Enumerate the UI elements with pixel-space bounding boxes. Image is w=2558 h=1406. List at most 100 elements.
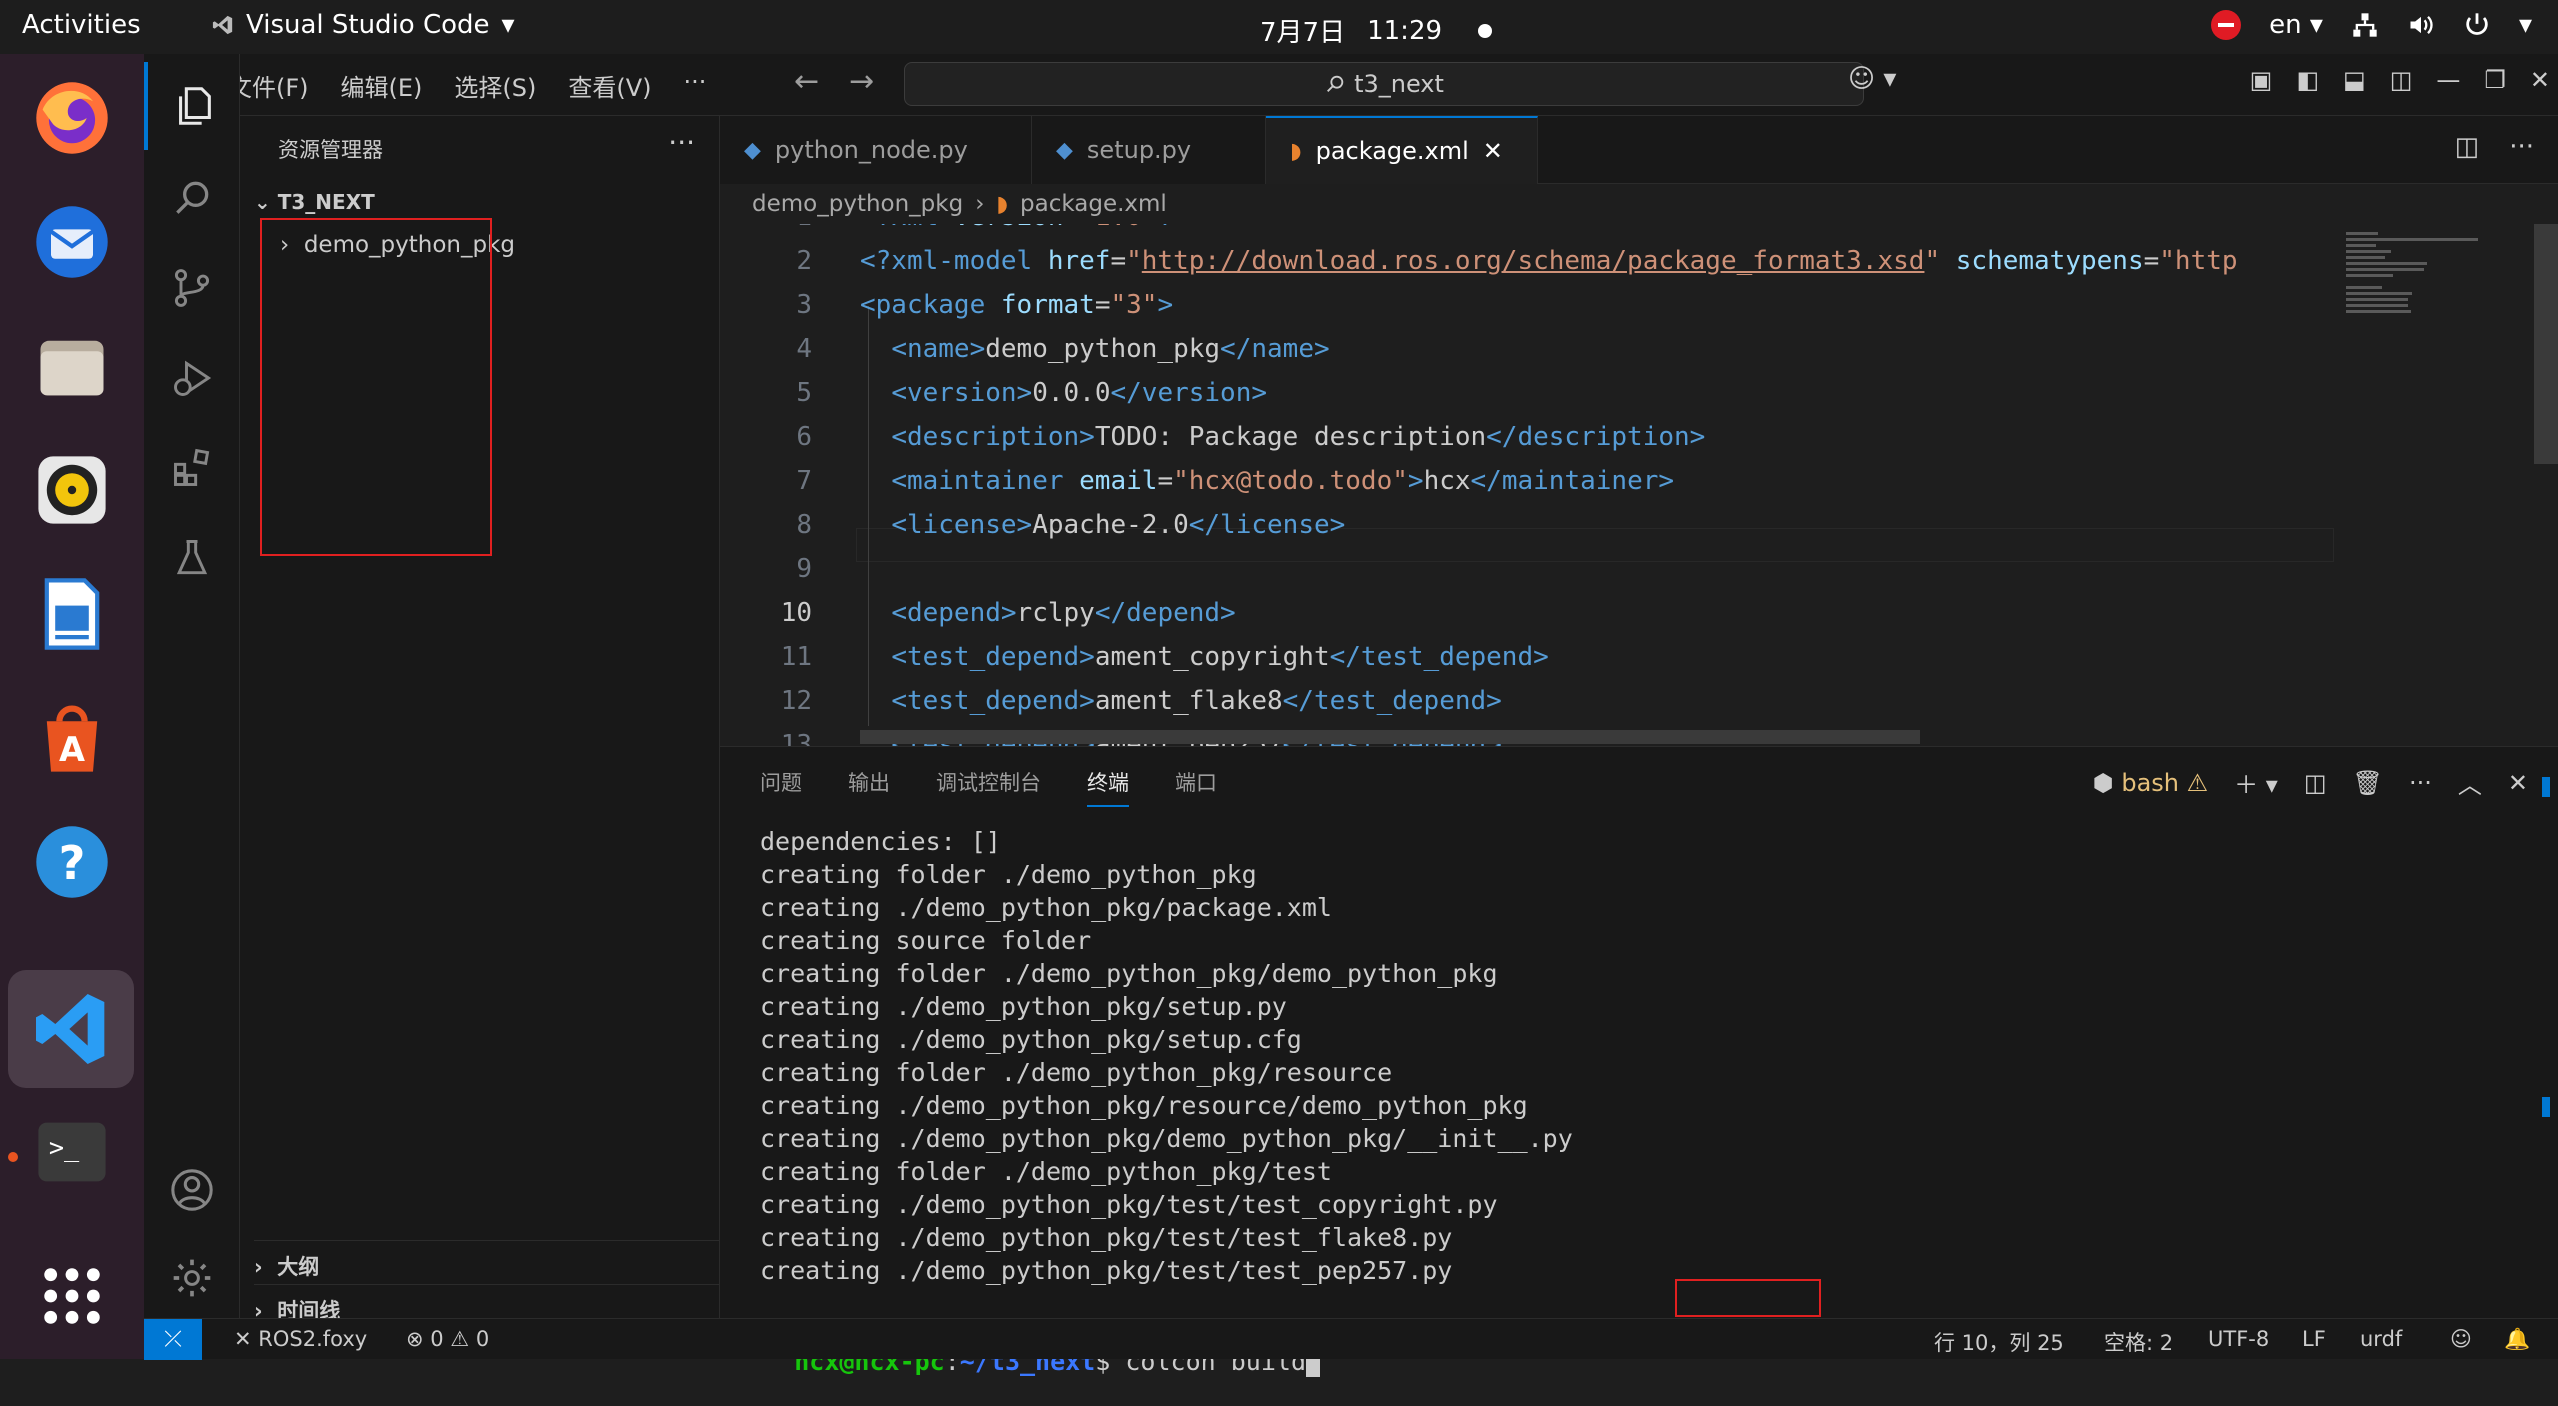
forward-arrow-icon[interactable]: → (849, 64, 874, 99)
problems-status[interactable]: ⊗ 0 ⚠ 0 (406, 1327, 489, 1351)
outline-section[interactable]: › 大纲 (254, 1240, 720, 1281)
command-center-search[interactable]: t3_next (904, 62, 1864, 106)
tab-terminal[interactable]: 终端 (1087, 767, 1129, 807)
maximize-panel-icon[interactable]: ︿ (2458, 765, 2482, 800)
highlight-box (260, 218, 492, 556)
clock[interactable]: 7月7日 11:29 (1260, 12, 1493, 49)
activities-button[interactable]: Activities (22, 10, 141, 40)
show-apps-icon[interactable] (26, 1250, 118, 1342)
code-line: <description>TODO: Package description</… (891, 422, 1706, 452)
close-tab-icon[interactable]: ✕ (1483, 137, 1503, 165)
testing-icon[interactable] (144, 514, 240, 602)
encoding[interactable]: UTF-8 (2208, 1327, 2269, 1351)
breadcrumb-file[interactable]: package.xml (1020, 191, 1167, 217)
minimap-line (2346, 238, 2478, 241)
tab-ports[interactable]: 端口 (1175, 767, 1217, 807)
minimap-line (2346, 268, 2424, 271)
run-debug-icon[interactable] (144, 334, 240, 422)
language-label: en (2269, 10, 2302, 40)
chevron-down-icon[interactable]: ▾ (2519, 10, 2532, 40)
power-icon[interactable] (2463, 11, 2491, 39)
workspace-folder[interactable]: ⌄ T3_NEXT (254, 190, 375, 214)
editor-horizontal-scrollbar[interactable] (860, 730, 1920, 744)
copilot-icon[interactable]: ☺ ▾ (1848, 64, 1896, 94)
bell-icon[interactable]: 🔔 (2504, 1327, 2530, 1352)
libreoffice-writer-icon[interactable] (26, 568, 118, 660)
search-icon[interactable] (144, 154, 240, 242)
help-icon[interactable]: ? (26, 816, 118, 908)
explorer-icon[interactable] (144, 62, 240, 150)
editor-vertical-scrollbar[interactable] (2534, 224, 2558, 464)
input-language[interactable]: en ▾ (2269, 10, 2323, 40)
more-actions-icon[interactable]: ··· (668, 126, 695, 159)
cursor-position[interactable]: 行 10，列 25 (1934, 1327, 2064, 1357)
more-actions-icon[interactable]: ··· (2509, 132, 2534, 162)
breadcrumb-folder[interactable]: demo_python_pkg (752, 191, 963, 217)
account-icon[interactable] (144, 1146, 240, 1234)
terminal-icon[interactable]: >_ (26, 1106, 118, 1198)
thunderbird-icon[interactable] (26, 196, 118, 288)
remote-indicator-icon[interactable]: ⤫ (144, 1319, 202, 1360)
tab-output[interactable]: 输出 (848, 767, 890, 807)
tab-problems[interactable]: 问题 (760, 767, 802, 807)
source-control-icon[interactable] (144, 244, 240, 332)
close-icon[interactable]: ✕ (2530, 66, 2550, 94)
app-center-icon[interactable]: A (26, 692, 118, 784)
files-icon[interactable] (26, 320, 118, 412)
tab-python-node[interactable]: ◆ python_node.py (720, 116, 1032, 184)
network-icon[interactable] (2351, 11, 2379, 39)
trash-icon[interactable]: 🗑 (2353, 769, 2383, 797)
minimap-line (2346, 256, 2385, 259)
split-terminal-icon[interactable]: ◫ (2304, 769, 2327, 797)
app-menu[interactable]: Visual Studio Code ▾ (212, 10, 515, 40)
code-line: <maintainer email="hcx@todo.todo">hcx</m… (891, 466, 1675, 496)
minimap-line (2346, 262, 2427, 265)
maximize-icon[interactable]: ❐ (2484, 66, 2506, 94)
toggle-panel-icon[interactable]: ⬓ (2343, 66, 2366, 94)
extensions-icon[interactable] (144, 424, 240, 512)
minimap[interactable] (2334, 224, 2534, 746)
python-file-icon: ◆ (1056, 137, 1073, 163)
ros-status[interactable]: ✕ ROS2.foxy (234, 1327, 367, 1351)
line-number: 4 (796, 334, 812, 364)
toggle-secondary-sidebar-icon[interactable]: ◫ (2390, 66, 2413, 94)
menu-file[interactable]: 文件(F) (228, 68, 309, 103)
code-editor[interactable]: 1 <?xml version="1.0"?> 2 <?xml-model href=… (720, 224, 2334, 746)
back-arrow-icon[interactable]: ← (794, 64, 819, 99)
split-editor-icon[interactable]: ◫ (2455, 132, 2480, 162)
manage-gear-icon[interactable] (144, 1234, 240, 1322)
nav-buttons: ← → (794, 64, 874, 99)
minimap-line (2346, 286, 2382, 289)
new-terminal-icon[interactable]: ＋ ▾ (2234, 765, 2278, 800)
recording-indicator-icon[interactable] (2211, 10, 2242, 40)
terminal-profile[interactable]: ⬢ bash ⚠ (2093, 769, 2208, 797)
terminal-line: creating source folder (760, 926, 1092, 955)
firefox-icon[interactable] (26, 72, 118, 164)
more-actions-icon[interactable]: ··· (2409, 769, 2432, 797)
minimize-icon[interactable]: — (2436, 66, 2460, 94)
toggle-sidebar-icon[interactable]: ◧ (2296, 66, 2319, 94)
vscode-dock-icon[interactable] (8, 970, 134, 1088)
ubuntu-dock: A ? >_ (0, 54, 144, 1359)
close-panel-icon[interactable]: ✕ (2508, 769, 2528, 797)
gnome-top-bar: Activities Visual Studio Code ▾ 7月7日 11:… (0, 0, 2558, 54)
volume-icon[interactable] (2407, 11, 2435, 39)
terminal-output[interactable]: dependencies: [] creating folder ./demo_p… (760, 825, 1573, 1287)
tab-package-xml[interactable]: ◗ package.xml ✕ (1266, 116, 1538, 184)
terminal-line: creating folder ./demo_python_pkg/resour… (760, 1058, 1393, 1087)
copilot-status-icon[interactable]: ☺ (2450, 1327, 2472, 1351)
minimap-line (2346, 310, 2411, 313)
tab-debug-console[interactable]: 调试控制台 (936, 767, 1041, 807)
chevron-down-icon: ⌄ (254, 190, 271, 214)
tab-setup[interactable]: ◆ setup.py (1032, 116, 1266, 184)
menu-selection[interactable]: 选择(S) (454, 68, 536, 103)
menu-edit[interactable]: 编辑(E) (341, 68, 423, 103)
indentation[interactable]: 空格: 2 (2104, 1327, 2173, 1357)
menu-view[interactable]: 查看(V) (568, 68, 651, 103)
rhythmbox-icon[interactable] (26, 444, 118, 536)
vscode-title-bar: 文件(F) 编辑(E) 选择(S) 查看(V) ··· ← → t3_next … (144, 54, 2558, 116)
end-of-line[interactable]: LF (2302, 1327, 2326, 1351)
customize-layout-icon[interactable]: ▣ (2250, 66, 2273, 94)
language-mode[interactable]: urdf (2360, 1327, 2402, 1351)
menu-more[interactable]: ··· (684, 68, 707, 103)
